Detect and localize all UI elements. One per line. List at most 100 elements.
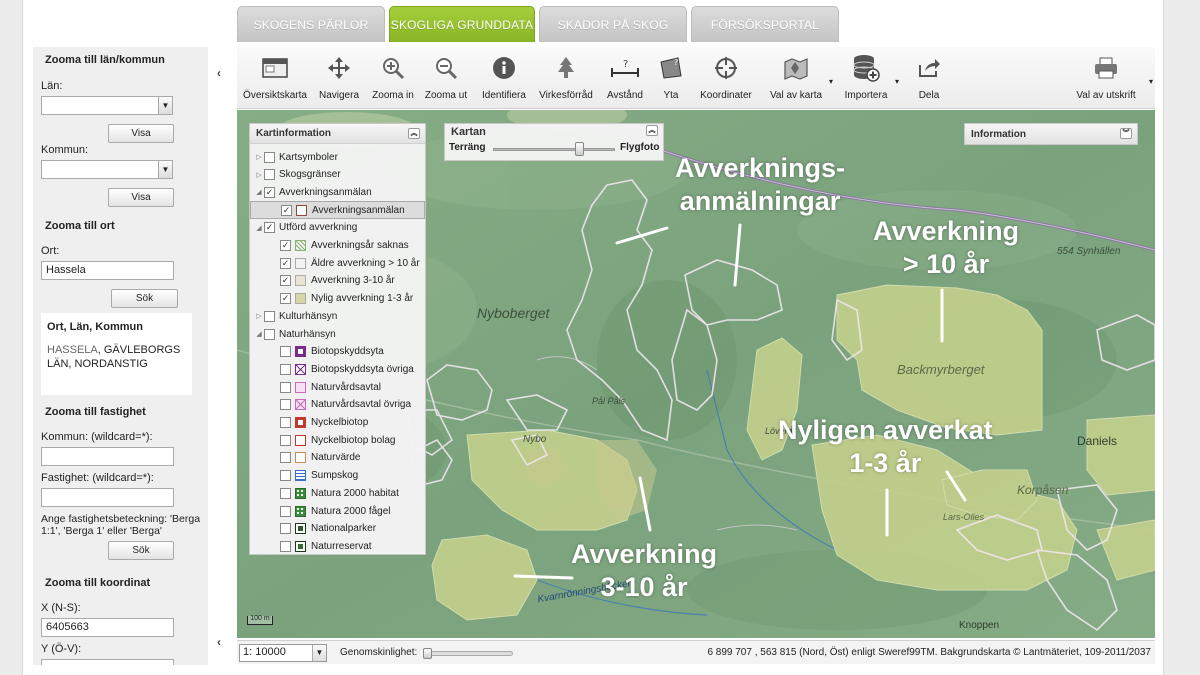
chevron-down-icon[interactable]: ▾ xyxy=(1149,77,1153,86)
ort-input[interactable]: Hassela xyxy=(41,261,174,280)
layer-checkbox[interactable] xyxy=(264,169,275,181)
sok-fastighet-button[interactable]: Sök xyxy=(108,541,174,560)
layer-checkbox[interactable]: ✓ xyxy=(281,204,292,216)
layer-label: Natura 2000 fågel xyxy=(311,505,391,517)
layer-checkbox[interactable] xyxy=(264,328,275,340)
basemap-slider-knob[interactable] xyxy=(575,142,584,156)
expand-down-icon[interactable]: ︾ xyxy=(1120,128,1132,139)
tab-forsoksportal[interactable]: FÖRSÖKSPORTAL xyxy=(691,6,839,42)
collapse-left-bottom-icon[interactable]: ‹ xyxy=(212,635,226,649)
layer-item[interactable]: ✓ Nylig avverkning 1-3 år xyxy=(250,290,425,308)
layer-checkbox[interactable]: ✓ xyxy=(280,257,291,269)
tool-yta[interactable]: ? Yta xyxy=(657,55,685,101)
layer-item[interactable]: ◢ Naturhänsyn xyxy=(250,325,425,343)
tab-skogliga-grunddata[interactable]: SKOGLIGA GRUNDDATA xyxy=(389,6,535,42)
layer-item[interactable]: Nationalparker xyxy=(250,520,425,538)
tool-val-av-utskrift[interactable]: Val av utskrift ▾ xyxy=(1073,55,1153,101)
x-input[interactable]: 6405663 xyxy=(41,618,174,637)
tool-zooma-in[interactable]: Zooma in xyxy=(369,55,417,101)
expand-toggle-icon[interactable]: ▷ xyxy=(254,153,264,161)
collapse-up-icon[interactable]: ︽ xyxy=(408,128,420,139)
layer-checkbox[interactable] xyxy=(280,452,291,464)
layer-item[interactable]: ✓ Äldre avverkning > 10 år xyxy=(250,254,425,272)
layer-item[interactable]: Naturvårdsavtal xyxy=(250,378,425,396)
chevron-down-icon[interactable]: ▾ xyxy=(895,77,899,86)
legend-swatch-icon xyxy=(295,523,306,535)
tool-navigera[interactable]: Navigera xyxy=(317,55,361,101)
layer-item[interactable]: ▷ Kartsymboler xyxy=(250,148,425,166)
layer-checkbox[interactable]: ✓ xyxy=(280,275,291,287)
expand-toggle-icon[interactable]: ▷ xyxy=(254,171,264,179)
tool-dela[interactable]: Dela xyxy=(913,55,945,101)
tool-val-av-karta[interactable]: Val av karta ▾ xyxy=(767,55,833,101)
layer-item[interactable]: ▷ Skogsgränser xyxy=(250,166,425,184)
layer-item[interactable]: Naturvärde xyxy=(250,449,425,467)
layer-checkbox[interactable] xyxy=(280,363,291,375)
layer-item[interactable]: Nyckelbiotop bolag xyxy=(250,431,425,449)
layer-checkbox[interactable]: ✓ xyxy=(264,186,275,198)
layer-item[interactable]: ▷ Kulturhänsyn xyxy=(250,307,425,325)
expand-toggle-icon[interactable]: ▷ xyxy=(254,312,264,320)
layer-item[interactable]: Natura 2000 fågel xyxy=(250,502,425,520)
tool-koordinater[interactable]: Koordinater xyxy=(699,55,753,101)
layer-checkbox[interactable] xyxy=(280,505,291,517)
sok-ort-button[interactable]: Sök xyxy=(111,289,178,308)
tool-importera[interactable]: Importera ▾ xyxy=(841,55,899,101)
tool-oversiktskarta[interactable]: Översiktskarta xyxy=(243,55,307,101)
layer-checkbox[interactable] xyxy=(280,470,291,482)
layer-item[interactable]: ✓ Avverkning 3-10 år xyxy=(250,272,425,290)
layer-checkbox[interactable] xyxy=(280,417,291,428)
y-input[interactable] xyxy=(41,659,174,665)
f-fastighet-input[interactable] xyxy=(41,488,174,507)
f-kommun-input[interactable] xyxy=(41,447,174,466)
layer-item[interactable]: Natura 2000 habitat xyxy=(250,484,425,502)
visa-kommun-button[interactable]: Visa xyxy=(108,188,174,207)
layer-item[interactable]: Biotopskyddsyta xyxy=(250,343,425,361)
lan-select[interactable]: ▼ xyxy=(41,96,173,115)
layer-checkbox[interactable] xyxy=(280,487,291,499)
layer-item[interactable]: Naturvårdsavtal övriga xyxy=(250,396,425,414)
layer-checkbox[interactable] xyxy=(264,151,275,163)
scale-select[interactable]: 1: 10000 ▼ xyxy=(239,644,327,662)
tool-zooma-ut[interactable]: Zooma ut xyxy=(423,55,469,101)
layer-item[interactable]: ✓ Avverkningsår saknas xyxy=(250,237,425,255)
layer-checkbox[interactable] xyxy=(280,540,291,552)
layer-checkbox[interactable] xyxy=(280,523,291,535)
expand-toggle-icon[interactable]: ◢ xyxy=(254,188,264,196)
expand-toggle-icon[interactable]: ◢ xyxy=(254,224,264,232)
layer-checkbox[interactable]: ✓ xyxy=(280,293,291,305)
expand-toggle-icon[interactable]: ◢ xyxy=(254,330,264,338)
layer-checkbox[interactable]: ✓ xyxy=(264,222,275,234)
ort-label: Ort: xyxy=(41,245,60,257)
tab-skador-pa-skog[interactable]: SKADOR PÅ SKOG xyxy=(539,6,687,42)
layer-checkbox[interactable]: ✓ xyxy=(280,240,291,251)
kommun-select[interactable]: ▼ xyxy=(41,160,173,179)
layer-item[interactable]: Sumpskog xyxy=(250,467,425,485)
basemap-slider-track[interactable] xyxy=(493,148,615,151)
layer-item[interactable]: ✓ Avverkningsanmälan xyxy=(250,201,425,220)
collapse-up-icon[interactable]: ︽ xyxy=(646,125,658,136)
layer-checkbox[interactable] xyxy=(264,310,275,322)
layer-item[interactable]: ◢ ✓ Utförd avverkning xyxy=(250,219,425,237)
f-hint: Ange fastighetsbeteckning: 'Berga 1:1', … xyxy=(41,513,201,537)
opacity-slider-knob[interactable] xyxy=(423,648,432,659)
layer-item[interactable]: Naturreservat xyxy=(250,537,425,555)
layer-item[interactable]: ◢ ✓ Avverkningsanmälan xyxy=(250,183,425,201)
layer-item[interactable]: Nyckelbiotop xyxy=(250,414,425,432)
layer-checkbox[interactable] xyxy=(280,346,291,358)
tool-identifiera[interactable]: Identifiera xyxy=(479,55,529,101)
tool-avstand[interactable]: ? Avstånd xyxy=(605,55,645,101)
map-canvas[interactable]: 554 Synhällen Nyboberget Backmyrberget D… xyxy=(237,110,1155,638)
tool-virkesforrad[interactable]: Virkesförråd xyxy=(538,55,594,101)
layer-checkbox[interactable] xyxy=(280,399,291,411)
result-highlight[interactable]: HASSELA xyxy=(47,344,98,356)
collapse-left-top-icon[interactable]: ‹ xyxy=(212,66,226,80)
tab-skogens-parlor[interactable]: SKOGENS PÄRLOR xyxy=(237,6,385,42)
visa-lan-button[interactable]: Visa xyxy=(108,124,174,143)
layer-checkbox[interactable] xyxy=(280,381,291,393)
layer-checkbox[interactable] xyxy=(280,434,291,446)
chevron-down-icon[interactable]: ▾ xyxy=(829,77,833,86)
tool-label: Avstånd xyxy=(607,90,643,101)
layer-item[interactable]: Biotopskyddsyta övriga xyxy=(250,360,425,378)
opacity-slider[interactable] xyxy=(423,648,513,659)
